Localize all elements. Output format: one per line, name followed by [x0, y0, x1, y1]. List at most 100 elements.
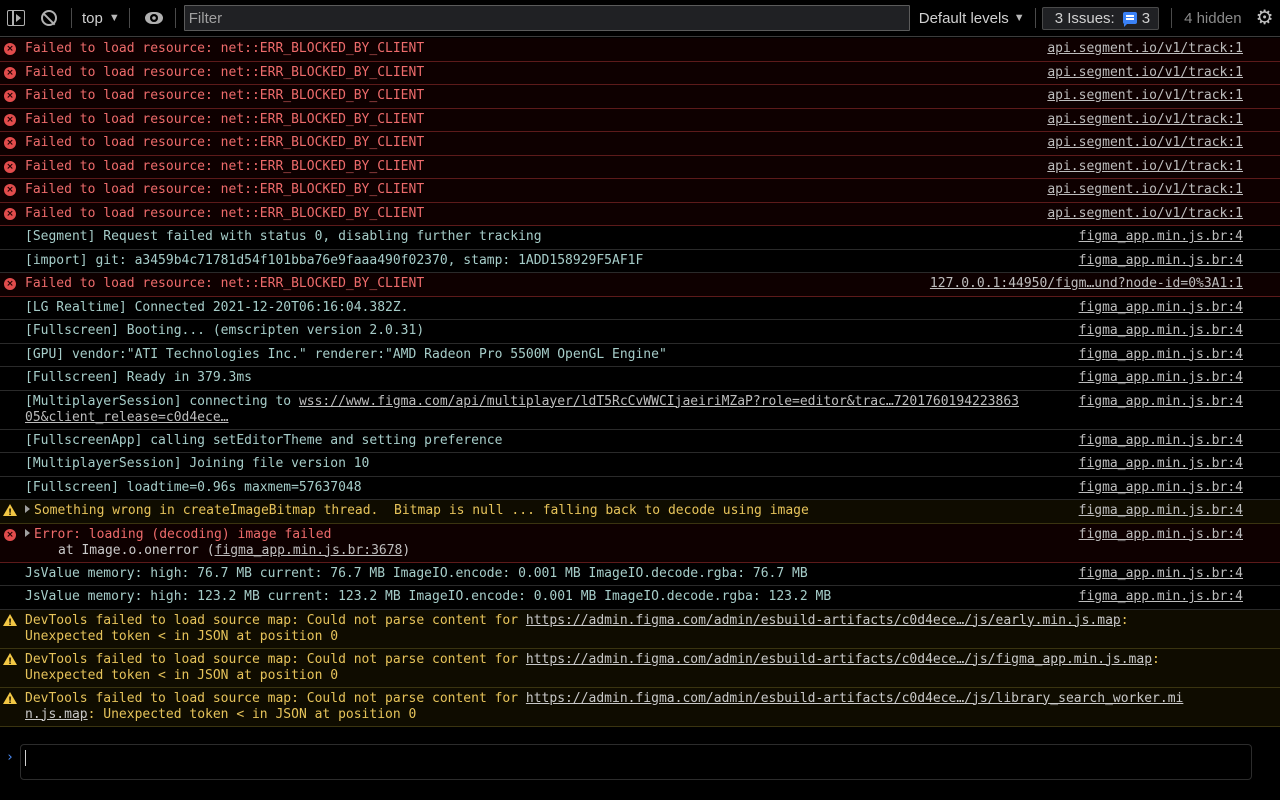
message-link[interactable]: https://admin.figma.com/admin/esbuild-ar…: [526, 652, 1152, 667]
message-body: Failed to load resource: net::ERR_BLOCKE…: [25, 88, 425, 103]
toolbar-divider: [1171, 8, 1173, 28]
message-body: [FullscreenApp] calling setEditorTheme a…: [25, 432, 503, 448]
message-body: Failed to load resource: net::ERR_BLOCKE…: [25, 205, 425, 221]
error-icon: ×: [4, 137, 16, 149]
log-levels-dropdown[interactable]: Default levels ▼: [919, 10, 1025, 27]
message-body: JsValue memory: high: 123.2 MB current: …: [25, 589, 832, 604]
console-message-log: [Fullscreen] Booting... (emscripten vers…: [0, 320, 1280, 344]
warning-icon: [3, 504, 17, 521]
message-source-link[interactable]: api.segment.io/v1/track:1: [1047, 112, 1243, 128]
message-line2-text: Unexpected token < in JSON at position 0: [25, 628, 339, 644]
console-messages: ×Failed to load resource: net::ERR_BLOCK…: [0, 38, 1280, 727]
message-body: [MultiplayerSession] connecting to: [25, 393, 299, 409]
error-icon: ×: [4, 207, 16, 220]
message-body: Failed to load resource: net::ERR_BLOCKE…: [25, 111, 425, 127]
console-message-error: × Failed to load resource: net::ERR_BLOCK…: [0, 273, 1280, 297]
message-source-link[interactable]: api.segment.io/v1/track:1: [1047, 41, 1243, 57]
console-message-warning: DevTools failed to load source map: Coul…: [0, 609, 1280, 649]
message-source-link[interactable]: figma_app.min.js.br:4: [1079, 433, 1243, 449]
message-line2: Unexpected token < in JSON at position 0: [25, 668, 1280, 684]
error-icon: ×: [4, 278, 16, 290]
message-body: [LG Realtime] Connected 2021-12-20T06:16…: [25, 299, 409, 315]
sidebar-toggle-icon[interactable]: [7, 10, 25, 26]
error-icon: ×: [4, 184, 16, 196]
message-source-link[interactable]: figma_app.min.js.br:4: [1079, 347, 1243, 363]
console-message-error: × Failed to load resource: net::ERR_BLOCK…: [0, 179, 1280, 203]
message-text: DevTools failed to load source map: Coul…: [25, 613, 1280, 645]
prompt-chevron-icon: ›: [6, 750, 14, 765]
message-source-link[interactable]: api.segment.io/v1/track:1: [1047, 88, 1243, 104]
issues-button[interactable]: 3 Issues: 3: [1041, 6, 1160, 30]
warning-icon: [3, 613, 17, 631]
console-message-warning: DevTools failed to load source map: Coul…: [0, 687, 1280, 727]
stack-trace: at Image.o.onerror (figma_app.min.js.br:…: [25, 543, 1280, 559]
expand-triangle-icon[interactable]: [25, 528, 30, 537]
message-source-link[interactable]: figma_app.min.js.br:4: [1079, 370, 1243, 386]
toolbar-divider: [128, 8, 130, 28]
console-message-log: [Fullscreen] loadtime=0.96s maxmem=57637…: [0, 477, 1280, 500]
console-message-log: [Segment] Request failed with status 0, …: [0, 226, 1280, 250]
message-source-link[interactable]: figma_app.min.js.br:4: [1079, 253, 1243, 269]
expand-triangle-icon[interactable]: [25, 505, 30, 513]
message-source-link[interactable]: 127.0.0.1:44950/figm…und?node-id=0%3A1:1: [930, 276, 1243, 292]
issue-message-icon: [1122, 12, 1137, 27]
console-input[interactable]: [20, 744, 1252, 780]
message-link[interactable]: https://admin.figma.com/admin/esbuild-ar…: [526, 613, 1121, 628]
console-message-log: JsValue memory: high: 76.7 MB current: 7…: [0, 563, 1280, 586]
message-source-link[interactable]: figma_app.min.js.br:4: [1079, 527, 1243, 543]
live-expression-eye-icon[interactable]: [144, 12, 163, 24]
error-icon: ×: [4, 66, 16, 79]
message-punct: :: [1120, 612, 1129, 628]
hidden-messages-count: 4 hidden: [1184, 9, 1242, 27]
message-source-link[interactable]: api.segment.io/v1/track:1: [1047, 135, 1243, 151]
clear-console-icon[interactable]: [41, 10, 57, 26]
chevron-down-icon: ▼: [1013, 12, 1025, 24]
console-message-error: × Failed to load resource: net::ERR_BLOCK…: [0, 61, 1280, 85]
chevron-down-icon: ▼: [108, 12, 120, 24]
filter-input[interactable]: [183, 5, 910, 31]
message-body: [Fullscreen] Ready in 379.3ms: [25, 370, 252, 385]
context-selector[interactable]: top ▼: [82, 10, 120, 27]
message-source-link[interactable]: figma_app.min.js.br:4: [1079, 323, 1243, 339]
message-source-link[interactable]: api.segment.io/v1/track:1: [1047, 65, 1243, 81]
console-message-error: × Failed to load resource: net::ERR_BLOCK…: [0, 38, 1280, 62]
console-message-error: × Failed to load resource: net::ERR_BLOCK…: [0, 85, 1280, 109]
error-icon: ×: [4, 113, 16, 126]
message-source-link[interactable]: api.segment.io/v1/track:1: [1047, 159, 1243, 175]
message-line2: Unexpected token < in JSON at position 0: [25, 629, 1280, 645]
console-message-error: × Failed to load resource: net::ERR_BLOCK…: [0, 132, 1280, 156]
message-body: [import] git: a3459b4c71781d54f101bba76e…: [25, 252, 644, 268]
message-body: [Fullscreen] loadtime=0.96s maxmem=57637…: [25, 479, 362, 495]
error-icon: ×: [4, 160, 16, 173]
message-link-continued[interactable]: n.js.map: [25, 707, 88, 722]
message-body: JsValue memory: high: 76.7 MB current: 7…: [25, 565, 808, 581]
message-source-link[interactable]: api.segment.io/v1/track:1: [1047, 182, 1243, 198]
error-icon: ×: [4, 528, 16, 541]
message-body: Error: loading (decoding) image failed: [34, 526, 332, 542]
warning-icon: [3, 691, 17, 709]
message-link-continued[interactable]: 05&client_release=c0d4ece…: [25, 410, 229, 425]
gear-icon[interactable]: ⚙: [1256, 8, 1274, 28]
message-source-link[interactable]: figma_app.min.js.br:4: [1079, 456, 1243, 472]
message-punct: :: [1152, 651, 1160, 667]
message-source-link[interactable]: figma_app.min.js.br:4: [1079, 503, 1243, 519]
message-source-link[interactable]: figma_app.min.js.br:4: [1079, 300, 1243, 316]
issues-label: 3 Issues:: [1054, 9, 1115, 27]
message-line2-text: : Unexpected token < in JSON at position…: [87, 706, 417, 722]
stack-link[interactable]: figma_app.min.js.br:3678: [215, 543, 403, 558]
message-link[interactable]: https://admin.figma.com/admin/esbuild-ar…: [526, 691, 1183, 706]
message-body: Failed to load resource: net::ERR_BLOCKE…: [25, 182, 425, 197]
message-source-link[interactable]: figma_app.min.js.br:4: [1079, 589, 1243, 605]
message-body: [GPU] vendor:"ATI Technologies Inc." ren…: [25, 346, 667, 362]
levels-label: Default levels: [918, 9, 1009, 27]
toolbar-divider: [174, 8, 176, 28]
message-source-link[interactable]: figma_app.min.js.br:4: [1079, 566, 1243, 582]
message-source-link[interactable]: api.segment.io/v1/track:1: [1047, 206, 1243, 222]
message-link[interactable]: wss://www.figma.com/api/multiplayer/ldT5…: [299, 394, 1019, 409]
message-source-link[interactable]: figma_app.min.js.br:4: [1079, 229, 1243, 245]
message-source-link[interactable]: figma_app.min.js.br:4: [1079, 394, 1243, 410]
issues-count: 3: [1141, 9, 1151, 27]
stack-suffix: ): [402, 542, 411, 558]
console-message-error: × Failed to load resource: net::ERR_BLOCK…: [0, 202, 1280, 226]
message-source-link[interactable]: figma_app.min.js.br:4: [1079, 480, 1243, 496]
